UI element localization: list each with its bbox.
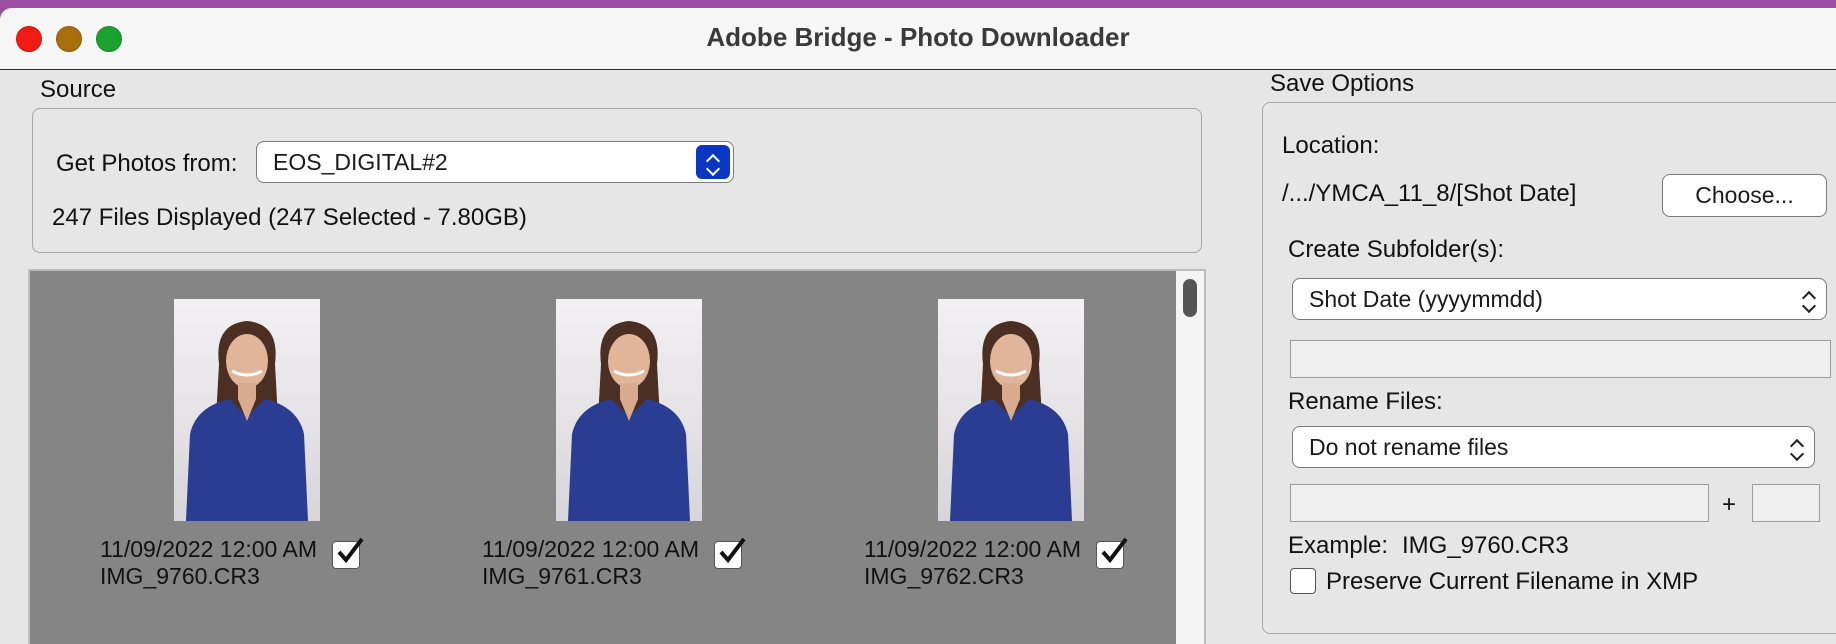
- save-options-section-label: Save Options: [1270, 70, 1415, 97]
- rename-number-field[interactable]: [1752, 484, 1820, 522]
- preserve-filename-checkbox[interactable]: [1290, 568, 1316, 594]
- preserve-filename-label[interactable]: Preserve Current Filename in XMP: [1326, 568, 1698, 596]
- example-value: IMG_9760.CR3: [1402, 532, 1569, 559]
- thumbnail-gallery[interactable]: 11/09/2022 12:00 AM IMG_9760.CR3 11/09/2…: [28, 269, 1206, 644]
- thumbnail-checkbox[interactable]: [332, 537, 364, 569]
- thumbnail-filename: IMG_9760.CR3: [100, 563, 260, 589]
- select-stepper-icon: [696, 145, 730, 179]
- thumbnail-checkbox[interactable]: [714, 537, 746, 569]
- subfolder-label: Create Subfolder(s):: [1288, 236, 1505, 263]
- choose-location-button[interactable]: Choose...: [1662, 174, 1827, 217]
- rename-text-field[interactable]: [1290, 484, 1709, 522]
- window-title: Adobe Bridge - Photo Downloader: [706, 22, 1130, 52]
- gallery-scrollbar[interactable]: [1176, 271, 1204, 644]
- example-label: Example:: [1288, 532, 1389, 559]
- files-summary: 247 Files Displayed (247 Selected - 7.80…: [52, 204, 527, 231]
- thumbnail-date: 11/09/2022 12:00 AM: [482, 536, 699, 562]
- rename-files-select[interactable]: Do not rename files: [1292, 426, 1815, 468]
- thumbnail-item[interactable]: 11/09/2022 12:00 AM IMG_9762.CR3: [834, 271, 1134, 591]
- source-section-label: Source: [40, 76, 117, 103]
- source-device-value: EOS_DIGITAL#2: [273, 148, 448, 175]
- thumbnail-date: 11/09/2022 12:00 AM: [864, 536, 1081, 562]
- subfolder-select[interactable]: Shot Date (yyyymmdd): [1292, 278, 1827, 320]
- thumbnail-date: 11/09/2022 12:00 AM: [100, 536, 317, 562]
- get-photos-label: Get Photos from:: [56, 150, 238, 177]
- thumbnail-filename: IMG_9761.CR3: [482, 563, 642, 589]
- checkmark-icon: [337, 537, 364, 564]
- thumbnail-item[interactable]: 11/09/2022 12:00 AM IMG_9760.CR3: [70, 271, 370, 591]
- thumbnail-filename: IMG_9762.CR3: [864, 563, 1024, 589]
- checkmark-icon: [1101, 537, 1128, 564]
- select-stepper-icon: [1788, 427, 1806, 467]
- plus-sign: +: [1722, 491, 1737, 518]
- photo-thumbnail: [174, 299, 320, 521]
- rename-files-value: Do not rename files: [1309, 433, 1509, 460]
- photo-thumbnail: [556, 299, 702, 521]
- checkmark-icon: [719, 537, 746, 564]
- scrollbar-thumb[interactable]: [1183, 279, 1197, 317]
- location-path: /.../YMCA_11_8/[Shot Date]: [1282, 180, 1577, 207]
- photo-downloader-window: Adobe Bridge - Photo Downloader Source G…: [0, 8, 1836, 644]
- thumbnail-checkbox[interactable]: [1096, 537, 1128, 569]
- subfolder-value: Shot Date (yyyymmdd): [1309, 285, 1543, 312]
- select-stepper-icon: [1800, 279, 1818, 319]
- rename-files-label: Rename Files:: [1288, 388, 1443, 415]
- title-bar: Adobe Bridge - Photo Downloader: [0, 8, 1836, 70]
- subfolder-custom-field[interactable]: [1290, 340, 1831, 378]
- photo-thumbnail: [938, 299, 1084, 521]
- thumbnail-item[interactable]: 11/09/2022 12:00 AM IMG_9761.CR3: [452, 271, 752, 591]
- location-label: Location:: [1282, 132, 1380, 159]
- source-device-select[interactable]: EOS_DIGITAL#2: [256, 141, 734, 183]
